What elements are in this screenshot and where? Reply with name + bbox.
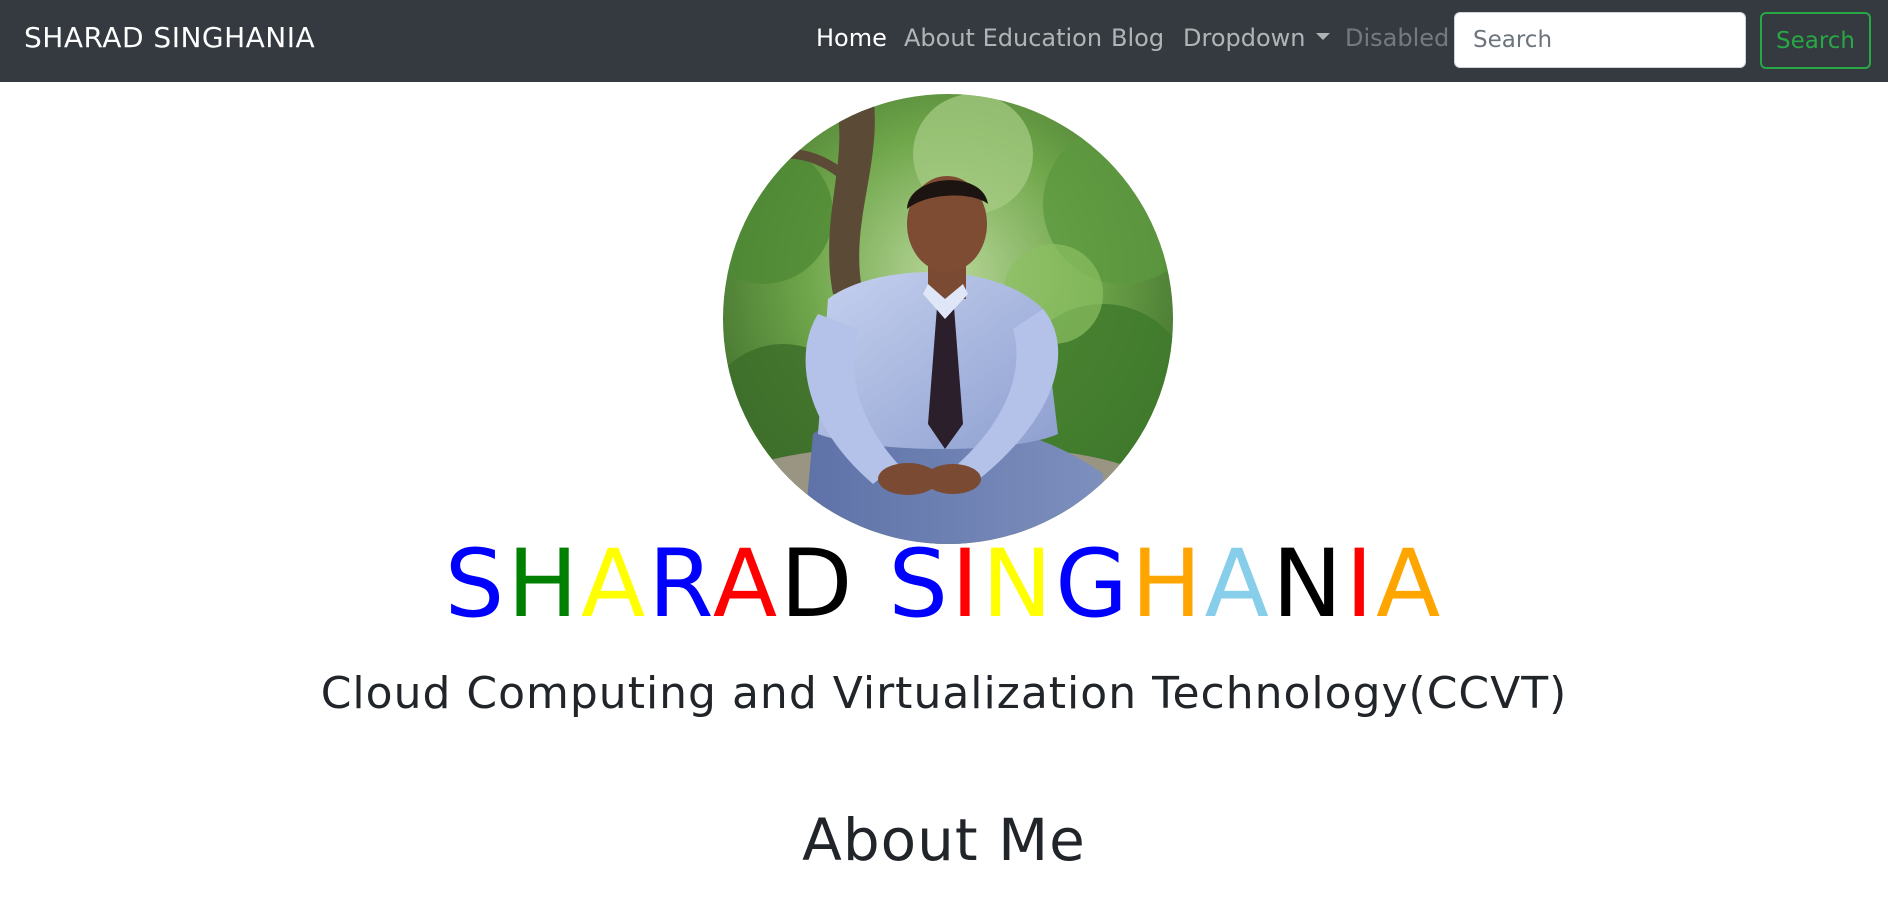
caret-down-icon: [1315, 32, 1330, 40]
hero-name-letter: H: [507, 530, 581, 639]
nav-link-about-education[interactable]: About Education: [904, 24, 1102, 52]
hero-name-letter: I: [951, 530, 982, 639]
hero-name-letter: A: [1376, 530, 1444, 639]
profile-photo: [723, 94, 1173, 544]
top-navbar: SHARAD SINGHANIA Home About Education Bl…: [0, 0, 1888, 82]
hero-name-letter: R: [648, 530, 713, 639]
nav-dropdown-toggle[interactable]: Dropdown: [1183, 24, 1330, 52]
hero-name-letter: S: [888, 530, 952, 639]
hero-name: SHARAD SINGHANIA: [0, 533, 1888, 636]
hero-name-letter: A: [712, 530, 781, 639]
hero-name-letter: H: [1130, 530, 1205, 639]
search-input[interactable]: [1454, 12, 1746, 68]
hero-name-letter: S: [444, 530, 508, 639]
hero-name-letter: G: [1055, 530, 1131, 639]
hero-name-letter: N: [1271, 530, 1346, 639]
nav-link-home[interactable]: Home: [816, 24, 887, 52]
nav-link-disabled: Disabled: [1345, 24, 1450, 52]
nav-link-blog[interactable]: Blog: [1111, 24, 1164, 52]
search-button[interactable]: Search: [1760, 12, 1871, 69]
hero-name-letter: A: [580, 530, 649, 639]
hero-name-space: [856, 530, 889, 639]
about-me-heading: About Me: [802, 806, 1086, 874]
hero-name-letter: I: [1345, 530, 1377, 639]
profile-photo-image: [723, 94, 1173, 544]
hero-subtitle: Cloud Computing and Virtualization Techn…: [320, 668, 1568, 719]
hero-name-letter: A: [1204, 530, 1272, 639]
nav-dropdown-label: Dropdown: [1183, 24, 1306, 52]
hero-name-letter: D: [780, 530, 856, 639]
hero-name-letter: N: [981, 530, 1056, 639]
